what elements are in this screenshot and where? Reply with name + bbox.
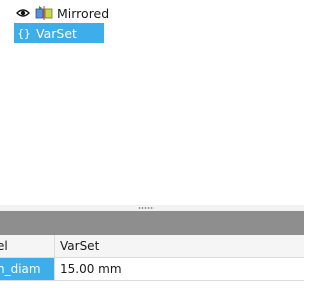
tree-item-mirrored[interactable]: Mirrored — [14, 3, 194, 23]
property-value-cell[interactable]: VarSet — [55, 235, 304, 257]
model-tree: Mirrored {} VarSet — [0, 0, 304, 205]
property-table: el VarSet n_diam 15.00 mm — [0, 235, 304, 281]
property-name-cell: el — [0, 235, 55, 257]
tree-item-varset[interactable]: {} VarSet — [14, 23, 104, 43]
splitter-grip-icon — [138, 207, 154, 209]
table-row[interactable]: n_diam 15.00 mm — [0, 258, 304, 281]
property-view-header — [0, 211, 304, 235]
eye-icon[interactable] — [14, 5, 32, 21]
table-row[interactable]: el VarSet — [0, 235, 304, 258]
varset-icon: {} — [17, 26, 31, 40]
property-value-cell[interactable]: 15.00 mm — [55, 258, 304, 280]
property-name-cell: n_diam — [0, 258, 55, 280]
mirrored-feature-icon — [35, 5, 53, 21]
tree-item-label: VarSet — [36, 25, 77, 41]
tree-item-label: Mirrored — [57, 5, 110, 21]
